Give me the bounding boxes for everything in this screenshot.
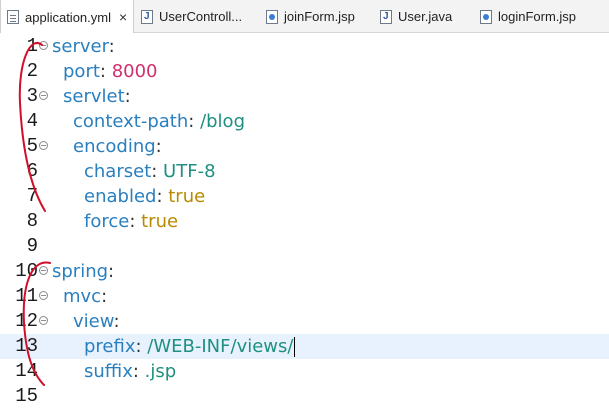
tab-login-form-jsp[interactable]: loginForm.jsp xyxy=(480,0,590,33)
yaml-value: /blog xyxy=(200,111,245,132)
tab-label: joinForm.jsp xyxy=(284,9,355,24)
tab-label: User.java xyxy=(398,9,453,24)
red-pen-annotation xyxy=(18,42,51,386)
editor-tab-bar: application.yml × UserControll... joinFo… xyxy=(0,0,609,34)
code-editor[interactable]: 1− server: 2 port: 8000 3− servlet: 4 context-p… xyxy=(0,33,609,407)
yaml-separator: : xyxy=(188,111,201,132)
yaml-value: /WEB-INF/views/ xyxy=(147,336,294,357)
yaml-value: .jsp xyxy=(144,361,177,382)
yaml-separator: : xyxy=(129,211,142,232)
close-icon[interactable]: × xyxy=(119,10,127,24)
tab-application-yml[interactable]: application.yml × xyxy=(0,0,134,34)
yaml-separator: : xyxy=(155,136,162,157)
java-file-icon xyxy=(141,9,153,24)
tab-user-controller[interactable]: UserControll... xyxy=(141,0,261,33)
yaml-value: UTF-8 xyxy=(163,161,216,182)
java-file-icon xyxy=(380,9,392,24)
yaml-separator: : xyxy=(135,336,148,357)
yaml-value: true xyxy=(168,186,206,207)
yaml-separator: : xyxy=(132,361,145,382)
text-cursor xyxy=(294,337,296,357)
jsp-file-icon xyxy=(480,9,492,24)
jsp-file-icon xyxy=(266,9,278,24)
yml-file-icon xyxy=(7,10,19,24)
tab-join-form-jsp[interactable]: joinForm.jsp xyxy=(266,0,371,33)
yaml-separator: : xyxy=(124,86,131,107)
tab-label: UserControll... xyxy=(159,9,243,24)
tab-label: application.yml xyxy=(25,9,111,25)
tab-user-java[interactable]: User.java xyxy=(380,0,470,33)
yaml-value: true xyxy=(141,211,179,232)
yaml-separator: : xyxy=(156,186,169,207)
yaml-separator: : xyxy=(151,161,164,182)
tab-label: loginForm.jsp xyxy=(498,9,577,24)
